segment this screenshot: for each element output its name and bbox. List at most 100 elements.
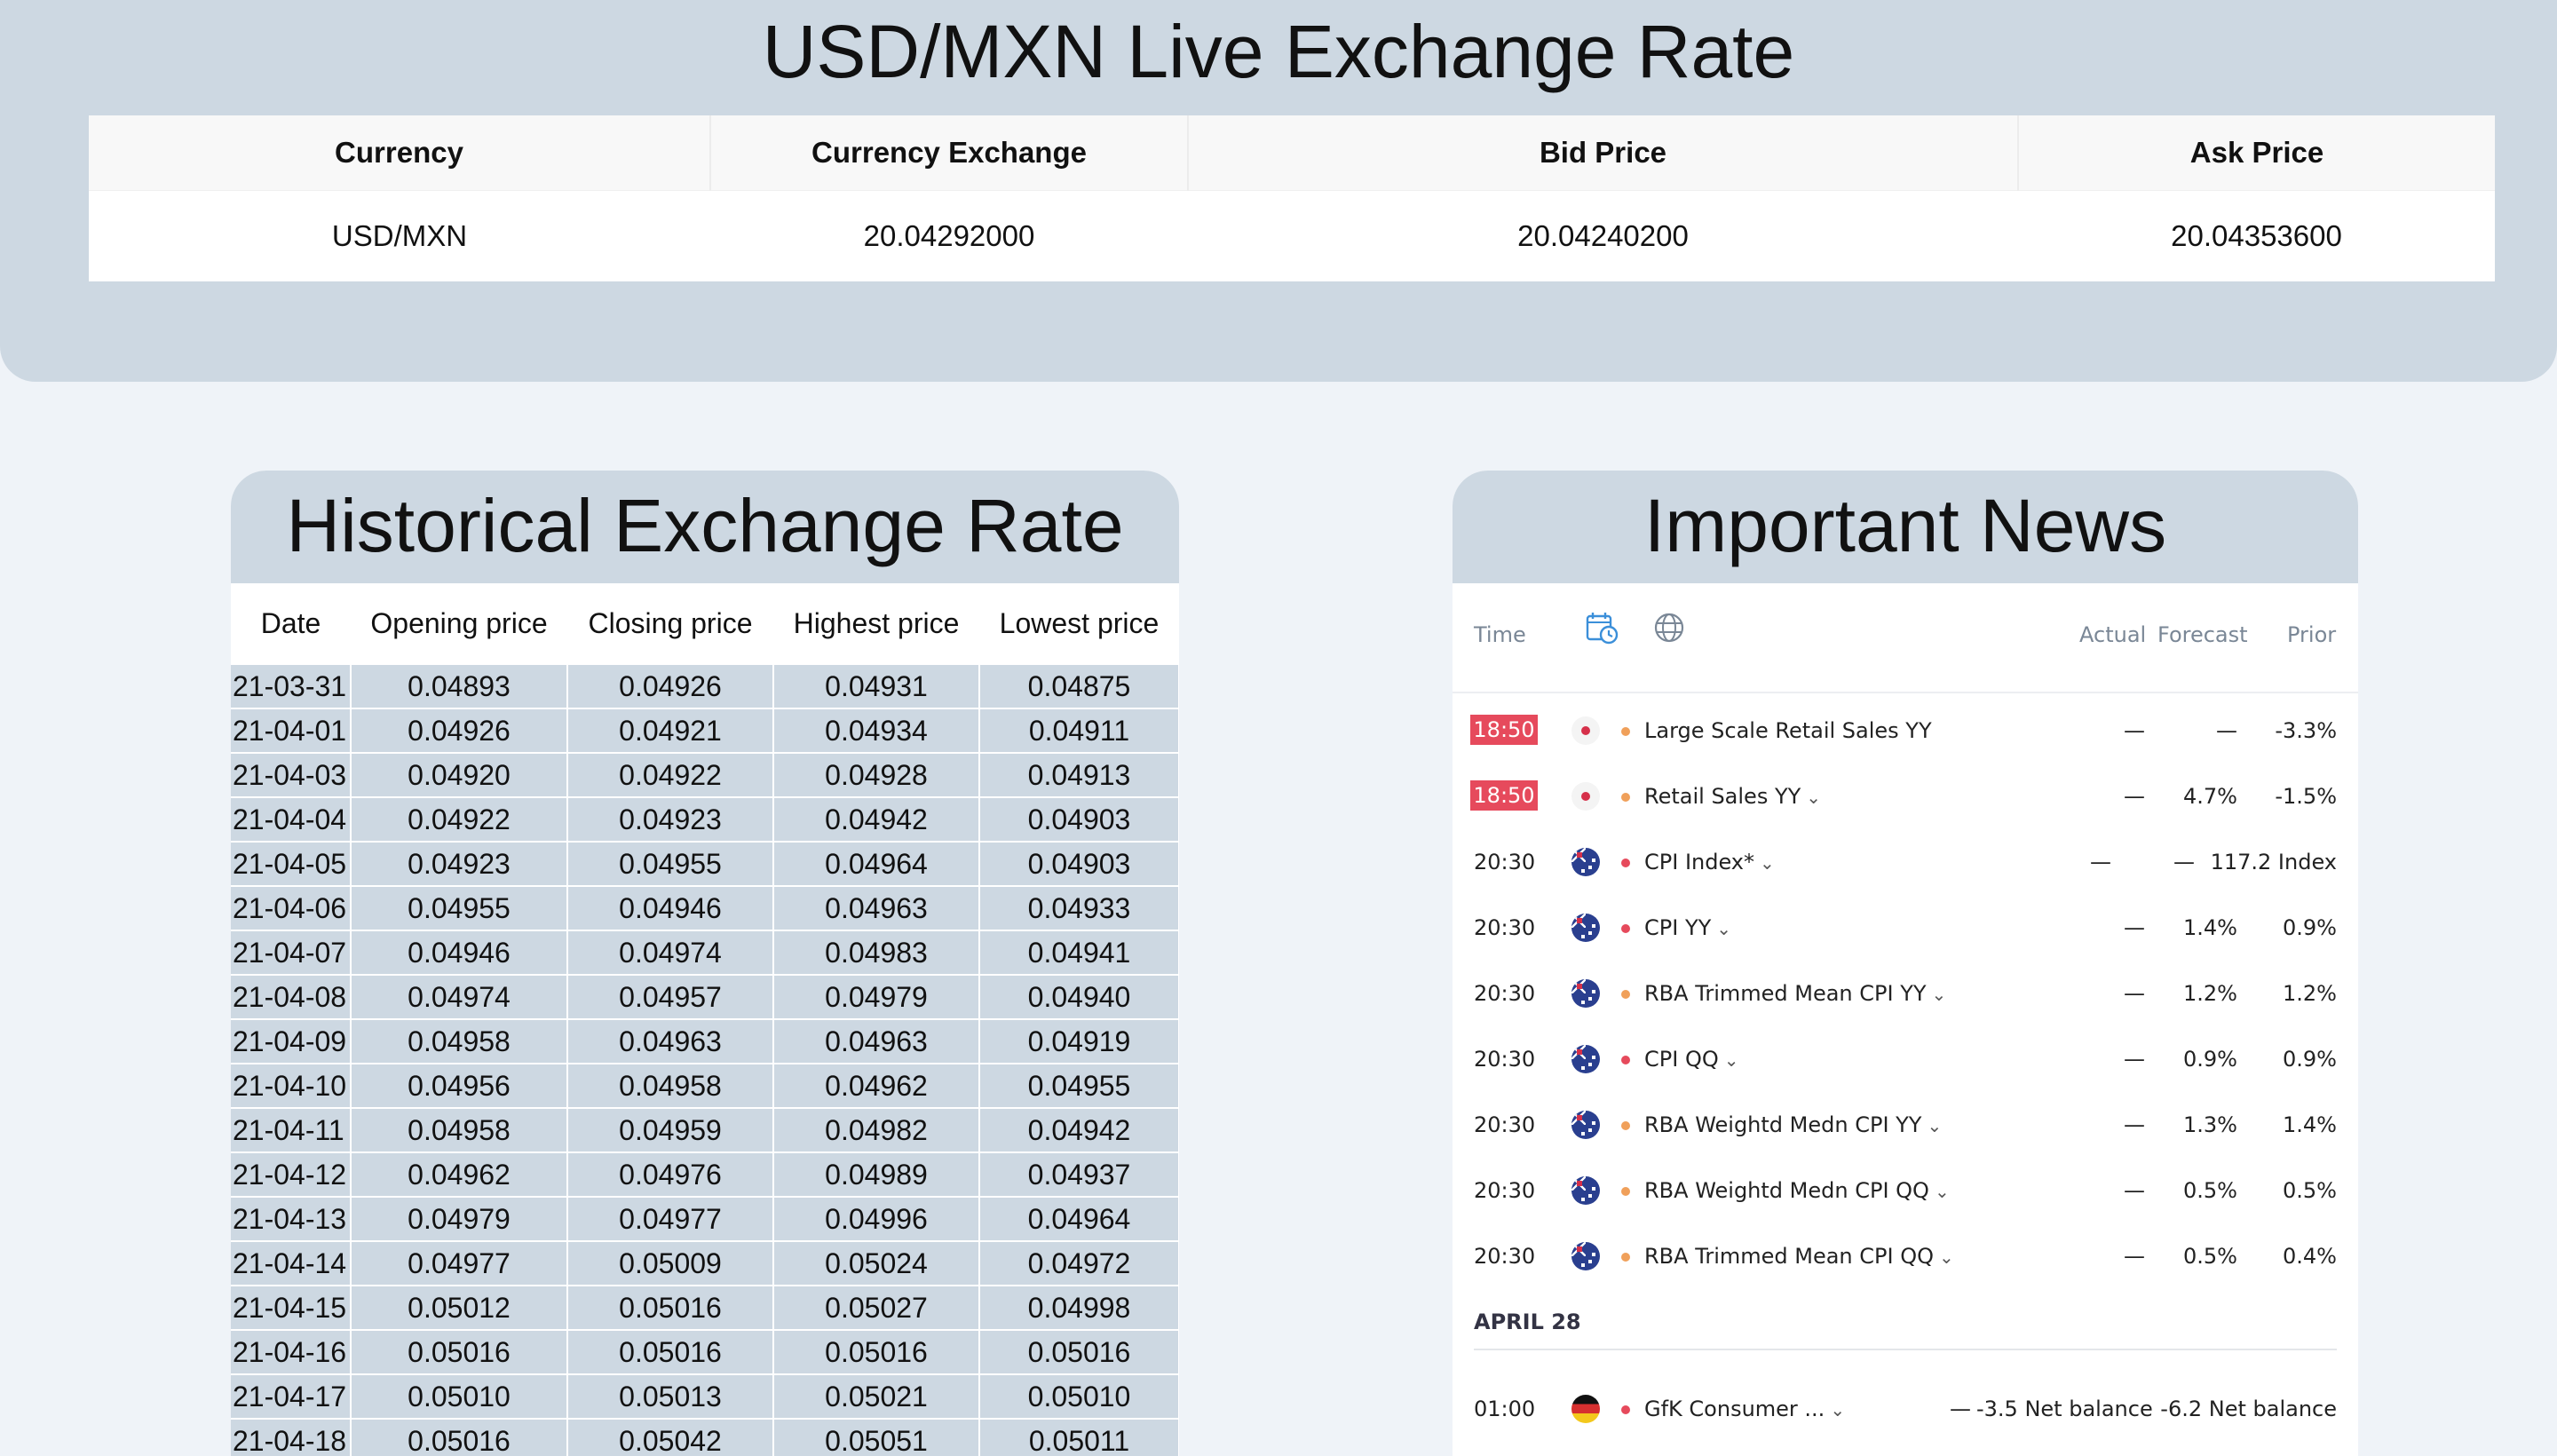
cell-date: 21-04-13	[231, 1196, 352, 1242]
event-actual: —	[2124, 1178, 2145, 1203]
chevron-down-icon[interactable]: ⌄	[1939, 1246, 1954, 1268]
event-actual: —	[2124, 915, 2145, 940]
col-header-bid-price: Bid Price	[1188, 115, 2019, 191]
event-name-cell[interactable]: GfK Consumer ... ⌄	[1644, 1397, 1845, 1421]
chevron-down-icon[interactable]: ⌄	[1932, 984, 1947, 1005]
event-time: 18:50	[1470, 715, 1538, 745]
event-prior: 0.9%	[2283, 915, 2337, 940]
historical-rate-panel: Historical Exchange Rate Date Opening pr…	[231, 471, 1179, 1456]
table-row: 21-04-14 0.04977 0.05009 0.05024 0.04972	[231, 1240, 1179, 1286]
cell-opening-price: 0.04958	[350, 1018, 568, 1064]
news-event-row[interactable]: 20:30 CPI QQ ⌄ — 0.9% 0.9%	[1453, 1027, 2358, 1093]
cell-date: 21-04-04	[231, 796, 352, 843]
cell-highest-price: 0.04942	[772, 796, 980, 843]
ask-price: 20.04353600	[2018, 190, 2495, 281]
chevron-down-icon[interactable]: ⌄	[1927, 1115, 1942, 1136]
cell-opening-price: 0.05016	[350, 1418, 568, 1456]
australia-flag-icon	[1571, 914, 1600, 942]
cell-lowest-price: 0.05010	[978, 1373, 1179, 1420]
cell-closing-price: 0.05009	[566, 1240, 774, 1286]
cell-highest-price: 0.04931	[772, 663, 980, 709]
cell-date: 21-04-15	[231, 1285, 352, 1331]
event-name-cell[interactable]: CPI YY ⌄	[1644, 915, 1731, 940]
event-time: 20:30	[1474, 1112, 1536, 1137]
cell-closing-price: 0.04974	[566, 930, 774, 976]
date-separator: APRIL 28	[1474, 1302, 2337, 1350]
cell-lowest-price: 0.04942	[978, 1107, 1179, 1153]
cell-opening-price: 0.04956	[350, 1063, 568, 1109]
cell-date: 21-04-05	[231, 841, 352, 887]
news-event-row[interactable]: 20:30 RBA Weightd Medn CPI QQ ⌄ — 0.5% 0.5%	[1453, 1159, 2358, 1224]
cell-opening-price: 0.04974	[350, 974, 568, 1020]
event-name-cell[interactable]: Retail Sales YY ⌄	[1644, 784, 1821, 809]
germany-flag-icon	[1571, 1395, 1600, 1423]
event-name-cell[interactable]: RBA Trimmed Mean CPI QQ ⌄	[1644, 1244, 1954, 1269]
table-row: 21-04-16 0.05016 0.05016 0.05016 0.05016	[231, 1329, 1179, 1375]
cell-date: 21-04-10	[231, 1063, 352, 1109]
cell-closing-price: 0.04921	[566, 708, 774, 754]
news-event-row[interactable]: 20:30 RBA Trimmed Mean CPI QQ ⌄ — 0.5% 0.4%	[1453, 1224, 2358, 1290]
event-name-cell[interactable]: CPI QQ ⌄	[1644, 1047, 1738, 1072]
importance-dot-icon	[1621, 727, 1630, 736]
cell-opening-price: 0.05010	[350, 1373, 568, 1420]
cell-closing-price: 0.04957	[566, 974, 774, 1020]
calendar-clock-icon[interactable]	[1584, 610, 1619, 645]
cell-highest-price: 0.04989	[772, 1151, 980, 1198]
cell-opening-price: 0.04893	[350, 663, 568, 709]
event-name: CPI Index*	[1644, 850, 1755, 874]
cell-lowest-price: 0.04964	[978, 1196, 1179, 1242]
event-actual: —	[2090, 850, 2111, 874]
event-name-cell[interactable]: RBA Weightd Medn CPI YY ⌄	[1644, 1112, 1942, 1137]
news-panel: Important News Time Actual Forecast Prio…	[1453, 471, 2358, 1456]
event-time: 01:00	[1474, 1397, 1536, 1421]
cell-lowest-price: 0.04937	[978, 1151, 1179, 1198]
cell-date: 21-03-31	[231, 663, 352, 709]
cell-lowest-price: 0.04903	[978, 796, 1179, 843]
chevron-down-icon[interactable]: ⌄	[1806, 787, 1821, 808]
cell-highest-price: 0.04962	[772, 1063, 980, 1109]
col-header-lowest-price: Lowest price	[979, 583, 1179, 664]
news-column-header: Time Actual Forecast Prior	[1453, 583, 2358, 693]
globe-icon[interactable]	[1651, 610, 1687, 645]
cell-date: 21-04-03	[231, 752, 352, 798]
cell-date: 21-04-01	[231, 708, 352, 754]
cell-lowest-price: 0.04875	[978, 663, 1179, 709]
cell-date: 21-04-09	[231, 1018, 352, 1064]
cell-highest-price: 0.05027	[772, 1285, 980, 1331]
event-name-cell[interactable]: RBA Trimmed Mean CPI YY ⌄	[1644, 981, 1946, 1006]
cell-date: 21-04-12	[231, 1151, 352, 1198]
event-name: RBA Weightd Medn CPI QQ	[1644, 1178, 1929, 1203]
australia-flag-icon	[1571, 1242, 1600, 1270]
event-prior: -3.3%	[2275, 718, 2337, 743]
news-event-row[interactable]: 20:30 CPI YY ⌄ — 1.4% 0.9%	[1453, 896, 2358, 961]
cell-lowest-price: 0.04955	[978, 1063, 1179, 1109]
event-name-cell[interactable]: Large Scale Retail Sales YY	[1644, 718, 1932, 743]
importance-dot-icon	[1621, 1056, 1630, 1064]
cell-highest-price: 0.05024	[772, 1240, 980, 1286]
event-forecast: 1.3%	[2183, 1112, 2237, 1137]
event-name-cell[interactable]: RBA Weightd Medn CPI QQ ⌄	[1644, 1178, 1950, 1203]
chevron-down-icon[interactable]: ⌄	[1724, 1049, 1739, 1071]
event-name: Large Scale Retail Sales YY	[1644, 718, 1932, 743]
news-event-row[interactable]: 01:00 GfK Consumer ... ⌄ — -3.5 Net balance -…	[1453, 1377, 2358, 1443]
news-event-row[interactable]: 20:30 CPI Index* ⌄ — — 117.2 Index	[1453, 830, 2358, 896]
importance-dot-icon	[1621, 1405, 1630, 1414]
news-event-row[interactable]: 20:30 RBA Trimmed Mean CPI YY ⌄ — 1.2% 1.2%	[1453, 961, 2358, 1027]
chevron-down-icon[interactable]: ⌄	[1760, 852, 1775, 874]
chevron-down-icon[interactable]: ⌄	[1716, 918, 1731, 939]
cell-closing-price: 0.04976	[566, 1151, 774, 1198]
bid-price: 20.04240200	[1188, 190, 2018, 281]
cell-opening-price: 0.04962	[350, 1151, 568, 1198]
chevron-down-icon[interactable]: ⌄	[1935, 1181, 1950, 1202]
importance-dot-icon	[1621, 1253, 1630, 1262]
cell-opening-price: 0.04979	[350, 1196, 568, 1242]
col-header-prior: Prior	[2287, 622, 2337, 647]
cell-date: 21-04-17	[231, 1373, 352, 1420]
event-name-cell[interactable]: CPI Index* ⌄	[1644, 850, 1775, 874]
news-event-row[interactable]: 20:30 RBA Weightd Medn CPI YY ⌄ — 1.3% 1.4%	[1453, 1093, 2358, 1159]
live-rate-row: USD/MXN 20.04292000 20.04240200 20.04353…	[89, 190, 2495, 281]
chevron-down-icon[interactable]: ⌄	[1830, 1399, 1845, 1420]
news-event-row[interactable]: 18:50 Large Scale Retail Sales YY — — -3.3%	[1453, 699, 2358, 764]
news-event-row[interactable]: 18:50 Retail Sales YY ⌄ — 4.7% -1.5%	[1453, 764, 2358, 830]
event-name: RBA Trimmed Mean CPI YY	[1644, 981, 1927, 1006]
